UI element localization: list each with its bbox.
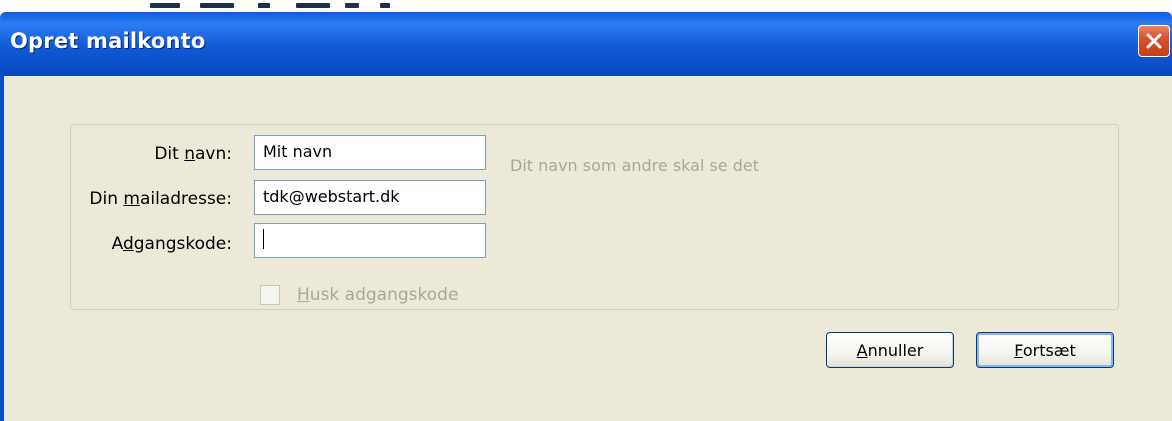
remember-password-checkbox[interactable] [260,285,280,305]
email-field-value: tdk@webstart.dk [263,187,400,206]
password-label: Adgangskode: [111,234,232,254]
background-strip [0,0,1172,12]
title-bar[interactable]: Opret mailkonto [0,12,1172,76]
background-fragment [258,3,270,8]
continue-button-label: Fortsæt [1014,340,1076,360]
name-field-value: Mit navn [263,142,333,161]
cancel-button[interactable]: Annuller [826,332,954,368]
email-label: Din mailadresse: [89,189,232,209]
close-button[interactable] [1138,25,1170,57]
dialog-window: Opret mailkonto Dit navn: Mit navn Dit n… [0,12,1172,421]
close-icon [1144,31,1164,51]
email-field[interactable]: tdk@webstart.dk [254,180,486,215]
background-fragment [345,3,359,8]
password-field[interactable] [254,223,486,258]
continue-button[interactable]: Fortsæt [976,332,1114,368]
window-title: Opret mailkonto [10,29,206,53]
background-fragment [150,3,180,8]
name-label: Dit navn: [154,144,232,164]
background-fragment [296,3,330,8]
remember-password-label: Husk adgangskode [297,285,459,305]
name-field[interactable]: Mit navn [254,135,486,170]
cancel-button-label: Annuller [856,340,924,360]
background-fragment [380,3,390,8]
background-fragment [200,3,234,8]
name-hint: Dit navn som andre skal se det [510,156,760,175]
text-cursor [263,229,264,249]
